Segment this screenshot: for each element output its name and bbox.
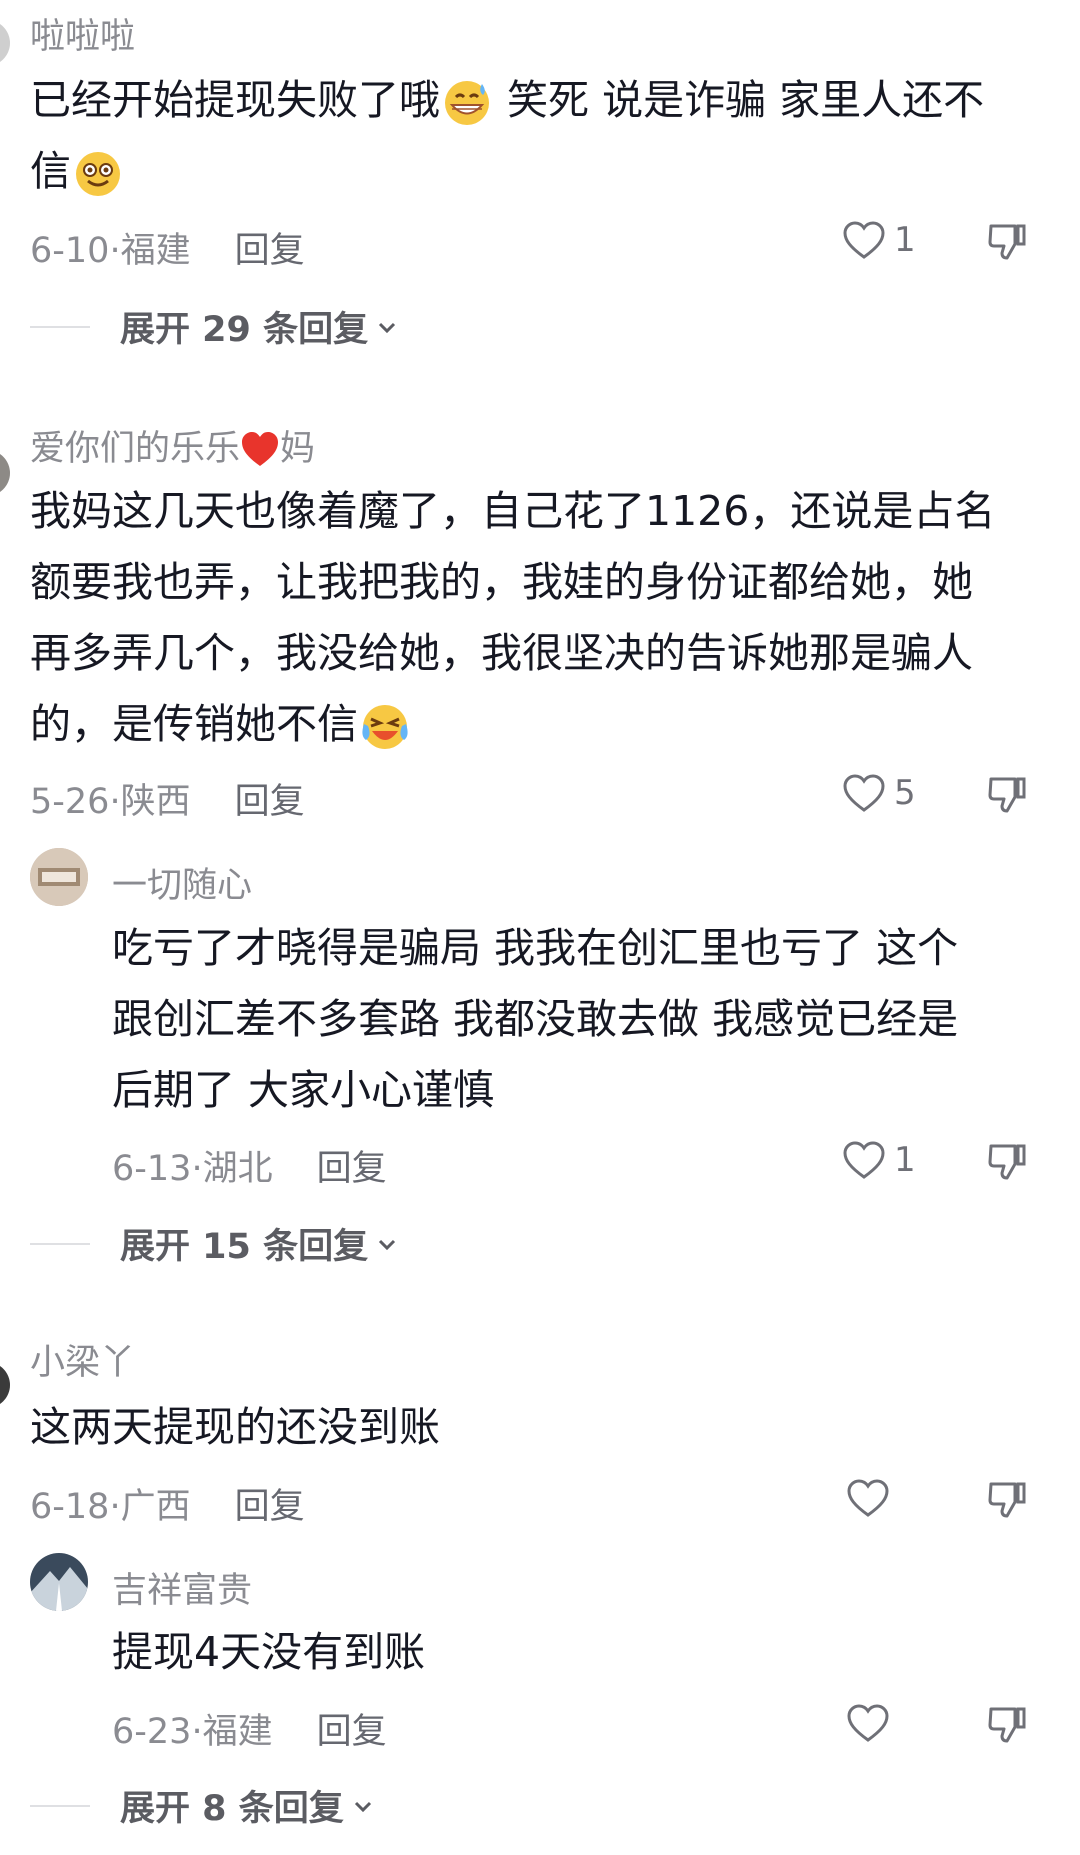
comment-meta: 6-18·广西 回复 [30, 1487, 305, 1527]
expand-replies-button[interactable]: 展开 8 条回复 [30, 1780, 374, 1831]
heart-outline-icon [843, 221, 885, 259]
heart-outline-icon [843, 774, 885, 812]
reply-username[interactable]: 一切随心 [112, 857, 252, 908]
chevron-down-icon [354, 1801, 371, 1812]
grinning-sweat-emoji-icon [445, 81, 489, 125]
dizzy-smile-emoji-icon [76, 152, 120, 196]
avatar-image [30, 1553, 88, 1611]
like-count: 5 [894, 773, 916, 813]
chevron-down-icon [379, 322, 396, 333]
thumbs-down-icon[interactable] [985, 1478, 1029, 1522]
reply-avatar[interactable] [30, 1553, 88, 1611]
avatar-image [30, 848, 88, 906]
divider [30, 325, 90, 328]
avatar[interactable] [0, 1362, 10, 1408]
avatar[interactable] [0, 450, 10, 496]
avatar[interactable] [0, 20, 10, 66]
reply-avatar[interactable] [30, 848, 88, 906]
reply-button[interactable]: 回复 [317, 1149, 387, 1189]
divider [30, 1804, 90, 1807]
comment-text: 这两天提现的还没到账 [30, 1403, 440, 1451]
reply-text: 提现4天没有到账 [112, 1628, 426, 1676]
expand-replies-button[interactable]: 展开 29 条回复 [30, 301, 398, 352]
comment-text: 我妈这几天也像着魔了，自己花了1126，还说是占名 额要我也弄，让我把我的，我娃… [30, 476, 1050, 760]
comment-date: 6-10 [30, 231, 110, 271]
chevron-down-icon [379, 1239, 396, 1250]
thumbs-down-icon[interactable] [985, 1140, 1029, 1184]
comment-date: 6-18 [30, 1487, 110, 1527]
divider [30, 1242, 90, 1245]
reply-date: 6-23 [112, 1712, 192, 1752]
like-button[interactable] [846, 1703, 890, 1743]
expand-replies-button[interactable]: 展开 15 条回复 [30, 1218, 398, 1269]
comment-meta: 6-10·福建 回复 [30, 231, 305, 271]
username[interactable]: 小梁丫 [30, 1334, 135, 1385]
heart-outline-icon [843, 1141, 885, 1179]
comment-location: 广西 [120, 1487, 191, 1527]
comment-location: 福建 [120, 231, 191, 271]
reply-meta: 6-23·福建 回复 [112, 1712, 387, 1752]
thumbs-down-icon[interactable] [985, 1703, 1029, 1747]
reply-text: 吃亏了才晓得是骗局 我我在创汇里也亏了 这个 跟创汇差不多套路 我都没敢去做 我… [112, 924, 959, 1114]
username[interactable]: 啦啦啦 [30, 8, 135, 59]
comment-meta: 5-26·陕西 回复 [30, 782, 305, 822]
like-button[interactable]: 1 [842, 220, 916, 260]
reply-button[interactable]: 回复 [317, 1712, 387, 1752]
username[interactable]: 爱你们的乐乐妈 [30, 420, 315, 471]
reply-button[interactable]: 回复 [235, 231, 305, 271]
reply-location: 福建 [202, 1712, 273, 1752]
like-button[interactable]: 1 [842, 1140, 916, 1180]
reply-location: 湖北 [202, 1149, 273, 1189]
like-count: 1 [894, 1140, 916, 1180]
like-button[interactable] [846, 1478, 890, 1518]
thumbs-down-icon[interactable] [985, 773, 1029, 817]
heart-outline-icon [847, 1704, 889, 1742]
comment-date: 5-26 [30, 782, 110, 822]
reply-username[interactable]: 吉祥富贵 [112, 1562, 252, 1613]
like-button[interactable]: 5 [842, 773, 916, 813]
comment-location: 陕西 [120, 782, 191, 822]
reply-button[interactable]: 回复 [235, 782, 305, 822]
heart-outline-icon [847, 1479, 889, 1517]
thumbs-down-icon[interactable] [985, 220, 1029, 264]
reply-date: 6-13 [112, 1149, 192, 1189]
reply-meta: 6-13·湖北 回复 [112, 1149, 387, 1189]
red-heart-emoji-icon [242, 432, 279, 466]
like-count: 1 [894, 220, 916, 260]
comment-text: 已经开始提现失败了哦 笑死 说是诈骗 家里人还不 信 [30, 65, 1050, 207]
laughing-crying-emoji-icon [362, 705, 408, 749]
reply-button[interactable]: 回复 [235, 1487, 305, 1527]
